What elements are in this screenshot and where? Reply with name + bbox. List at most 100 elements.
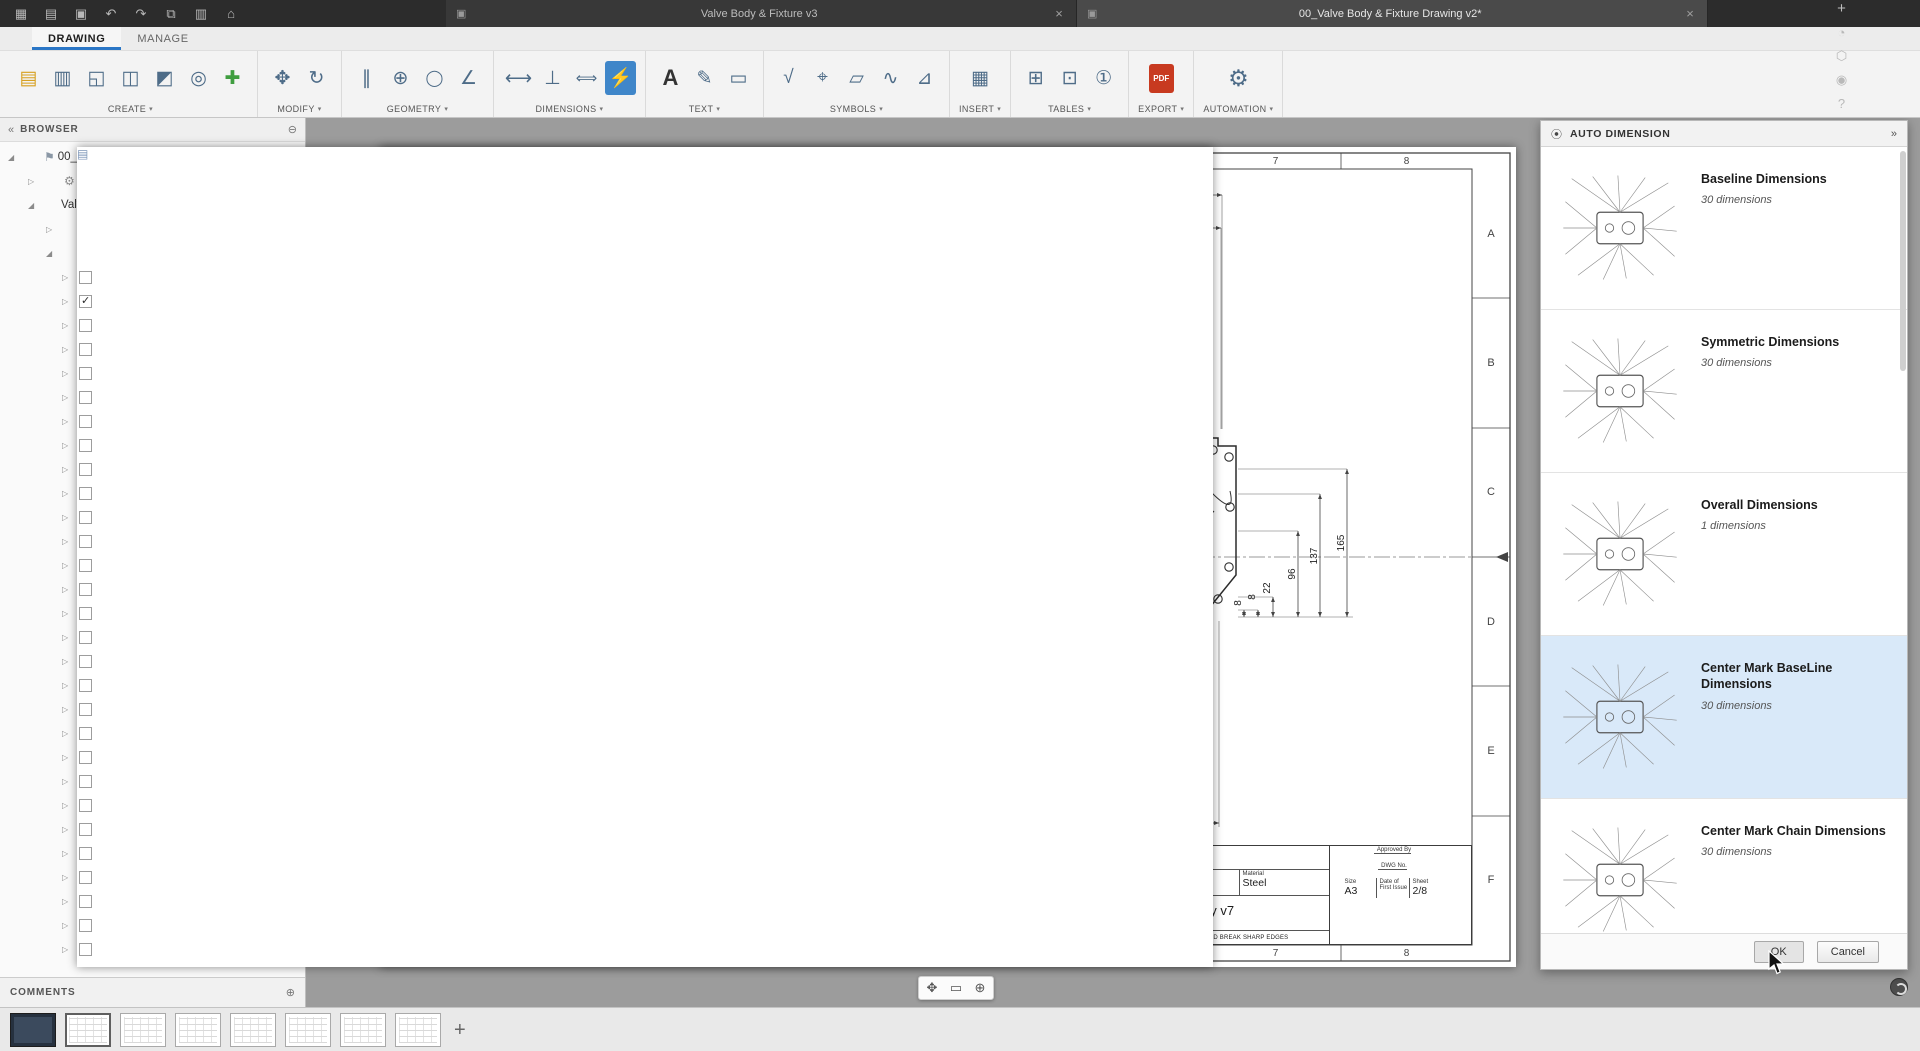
section-view-icon[interactable]: [149, 61, 180, 95]
expand-arrow-icon[interactable]: ▷: [62, 345, 76, 354]
auto-dimension-option[interactable]: Center Mark BaseLine Dimensions 30 dimen…: [1541, 636, 1907, 799]
expand-arrow-icon[interactable]: ▷: [62, 753, 76, 762]
weld-symbol-icon[interactable]: [875, 61, 906, 95]
expand-arrow-icon[interactable]: ▷: [62, 441, 76, 450]
expand-arrow-icon[interactable]: ▷: [62, 633, 76, 642]
tree-row[interactable]: ◢ Valve Body v7: [0, 193, 305, 217]
text-menu[interactable]: TEXT▾: [689, 102, 721, 116]
insert-image-icon[interactable]: [965, 61, 996, 95]
redo-icon[interactable]: [128, 3, 154, 24]
visibility-checkbox[interactable]: [79, 775, 92, 788]
visibility-checkbox[interactable]: [79, 703, 92, 716]
geometry-menu[interactable]: GEOMETRY▾: [387, 102, 448, 116]
copy-icon[interactable]: [158, 3, 184, 24]
insert-menu[interactable]: INSERT▾: [959, 102, 1001, 116]
balloon-icon[interactable]: [1088, 61, 1119, 95]
tab-drawing[interactable]: DRAWING: [32, 27, 121, 50]
cancel-button[interactable]: Cancel: [1817, 941, 1879, 963]
add-comment-icon[interactable]: [286, 986, 295, 999]
expand-arrow-icon[interactable]: ◢: [46, 249, 60, 258]
help-icon[interactable]: [1829, 96, 1855, 111]
expand-arrow-icon[interactable]: ▷: [46, 225, 60, 234]
break-view-icon[interactable]: [217, 61, 248, 95]
sheet-thumbnail[interactable]: [65, 1013, 111, 1047]
add-sheet-icon[interactable]: +: [454, 1020, 466, 1040]
feature-control-icon[interactable]: [807, 61, 838, 95]
table-icon[interactable]: [1020, 61, 1051, 95]
edge-extension-icon[interactable]: [453, 61, 484, 95]
visibility-checkbox[interactable]: [79, 895, 92, 908]
expand-arrow-icon[interactable]: ▷: [62, 609, 76, 618]
export-pdf-icon[interactable]: PDF: [1146, 61, 1177, 95]
visibility-checkbox[interactable]: [79, 367, 92, 380]
modify-menu[interactable]: MODIFY▾: [277, 102, 321, 116]
visibility-checkbox[interactable]: [79, 943, 92, 956]
undo-icon[interactable]: [98, 3, 124, 24]
comments-bar[interactable]: COMMENTS: [0, 977, 305, 1007]
visibility-checkbox[interactable]: [79, 751, 92, 764]
visibility-checkbox[interactable]: [79, 583, 92, 596]
dimension-icon[interactable]: [503, 61, 534, 95]
expand-arrow-icon[interactable]: ▷: [62, 465, 76, 474]
base-view-icon[interactable]: [47, 61, 78, 95]
expand-arrow-icon[interactable]: ▷: [62, 321, 76, 330]
auto-dimension-option[interactable]: Overall Dimensions 1 dimensions: [1541, 473, 1907, 636]
circle-icon[interactable]: [419, 61, 450, 95]
document-tab-design[interactable]: Valve Body & Fixture v3 ×: [446, 0, 1077, 27]
expand-arrow-icon[interactable]: ◢: [8, 153, 22, 162]
expand-arrow-icon[interactable]: ▷: [62, 801, 76, 810]
sheet-thumbnail[interactable]: [10, 1013, 56, 1047]
expand-arrow-icon[interactable]: ▷: [62, 873, 76, 882]
visibility-checkbox[interactable]: [79, 415, 92, 428]
create-menu[interactable]: CREATE▾: [108, 102, 153, 116]
hole-table-icon[interactable]: [1054, 61, 1085, 95]
expand-arrow-icon[interactable]: ▷: [62, 513, 76, 522]
expand-arrow-icon[interactable]: ▷: [62, 561, 76, 570]
document-tab-drawing[interactable]: 00_Valve Body & Fixture Drawing v2* ×: [1077, 0, 1708, 27]
new-document-tab-icon[interactable]: +: [1832, 0, 1852, 17]
extensions-icon[interactable]: [1829, 48, 1855, 64]
ordinate-dimension-icon[interactable]: [537, 61, 568, 95]
expand-arrow-icon[interactable]: ▷: [62, 681, 76, 690]
export-menu[interactable]: EXPORT▾: [1138, 102, 1184, 116]
notifications-icon[interactable]: [1829, 72, 1855, 88]
visibility-checkbox[interactable]: [79, 319, 92, 332]
note-icon[interactable]: [723, 61, 754, 95]
visibility-checkbox[interactable]: [79, 847, 92, 860]
center-mark-icon[interactable]: [385, 61, 416, 95]
expand-arrow-icon[interactable]: ▷: [62, 585, 76, 594]
expand-arrow-icon[interactable]: ▷: [62, 393, 76, 402]
home-icon[interactable]: [218, 3, 244, 24]
expand-arrow-icon[interactable]: ▷: [62, 537, 76, 546]
save-icon[interactable]: [68, 3, 94, 24]
auto-dimension-option[interactable]: Symmetric Dimensions 30 dimensions: [1541, 310, 1907, 473]
file-menu-icon[interactable]: [38, 3, 64, 24]
visibility-checkbox[interactable]: [79, 655, 92, 668]
projected-view-icon[interactable]: [81, 61, 112, 95]
sheet-thumbnail[interactable]: [395, 1013, 441, 1047]
sheet-thumbnail[interactable]: [340, 1013, 386, 1047]
visibility-checkbox[interactable]: [79, 607, 92, 620]
visibility-checkbox[interactable]: [79, 871, 92, 884]
centerline-icon[interactable]: [351, 61, 382, 95]
sheet-thumbnail[interactable]: [175, 1013, 221, 1047]
rotate-icon[interactable]: [301, 61, 332, 95]
visibility-checkbox[interactable]: [79, 919, 92, 932]
browser-options-icon[interactable]: [288, 123, 297, 136]
close-tab-icon[interactable]: ×: [1683, 6, 1697, 21]
visibility-checkbox[interactable]: [79, 727, 92, 740]
sheet-thumbnail[interactable]: [120, 1013, 166, 1047]
tables-menu[interactable]: TABLES▾: [1048, 102, 1091, 116]
visibility-checkbox[interactable]: [79, 823, 92, 836]
tab-manage[interactable]: MANAGE: [121, 27, 204, 50]
visibility-checkbox[interactable]: [79, 271, 92, 284]
visibility-checkbox[interactable]: [79, 295, 92, 308]
auto-dimension-icon[interactable]: [605, 61, 636, 95]
visibility-checkbox[interactable]: [79, 439, 92, 452]
auto-dimension-option[interactable]: Baseline Dimensions 30 dimensions: [1541, 147, 1907, 310]
dimensions-menu[interactable]: DIMENSIONS▾: [536, 102, 604, 116]
expand-arrow-icon[interactable]: ▷: [62, 705, 76, 714]
auto-dimension-option[interactable]: Center Mark Chain Dimensions 30 dimensio…: [1541, 799, 1907, 933]
visibility-checkbox[interactable]: [79, 559, 92, 572]
visibility-checkbox[interactable]: [79, 799, 92, 812]
